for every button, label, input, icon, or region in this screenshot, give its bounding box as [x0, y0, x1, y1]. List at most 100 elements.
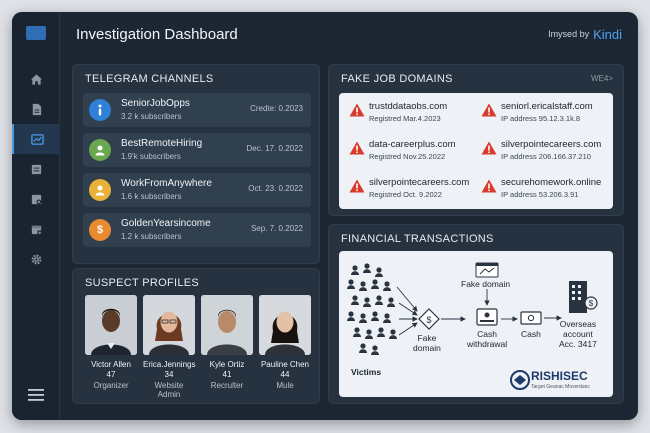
warning-icon: [481, 179, 497, 193]
app-logo[interactable]: [26, 26, 46, 40]
domain-info: Registred Nov.25.2022: [369, 152, 446, 161]
brand-name[interactable]: Kindi: [593, 27, 622, 42]
victims-icon: [347, 263, 397, 355]
suspect-age: 44: [280, 370, 290, 379]
report-icon: [31, 194, 41, 204]
document-icon: [32, 103, 41, 115]
channel-subscribers: 3.2 k subscribers: [121, 112, 182, 121]
money-flow-diagram: $ $ Victims Fake domain Fake domain Cash…: [339, 251, 613, 397]
sidebar-nav: [12, 64, 60, 274]
cash-icon: [520, 311, 542, 325]
suspect-photo: [143, 295, 195, 355]
sidebar: [12, 12, 60, 420]
atm-icon: [476, 308, 498, 326]
brand-attribution: Imysed by Kindi: [548, 27, 622, 42]
warning-icon: [349, 103, 365, 117]
channel-name: GoldenYearsincome: [121, 218, 211, 229]
sidebar-item-reports[interactable]: [12, 184, 60, 214]
profile-card[interactable]: Pauline Chen 44 Mule: [259, 295, 311, 390]
overseas-account-label: Overseas account Acc. 3417: [559, 319, 597, 349]
fake-domain-top-label: Fake domain: [461, 279, 511, 289]
suspect-name: Erica.Jennings: [143, 360, 196, 369]
suspect-role: Website Admin: [154, 381, 184, 399]
channel-date: Dec. 17. 0.2022: [246, 144, 303, 153]
suspect-name: Pauline Chen: [260, 360, 310, 369]
panel-title: FINANCIAL TRANSACTIONS: [341, 233, 494, 245]
telegram-channels-panel: TELEGRAM CHANNELS SeniorJobOpps 3.2 k su…: [72, 64, 320, 264]
fake-domain-label: Fake domain: [413, 333, 441, 353]
domain-name: seniorl.ericalstaff.com: [501, 101, 593, 112]
cash-withdrawal-label: Cash withdrawal: [467, 329, 508, 349]
channel-row[interactable]: SeniorJobOpps 3.2 k subscribers Credte: …: [83, 93, 311, 127]
warning-icon: [349, 141, 365, 155]
rishisec-name: RISHISEC: [531, 369, 588, 383]
suspect-role: Recrulter: [210, 381, 244, 390]
fake-job-domains-panel: FAKE JOB DOMAINS WE4> trustddataobs.com …: [328, 64, 624, 216]
chart-icon: [30, 133, 44, 145]
domain-info: IP address 95.12.3.1k.8: [501, 114, 581, 123]
profile-card[interactable]: Kyle Ortiz 41 Recrulter: [201, 295, 253, 390]
panel-title: FAKE JOB DOMAINS: [341, 73, 453, 85]
home-icon: [30, 73, 42, 85]
domain-info: IP address 53.206.3.91: [501, 190, 579, 199]
warning-icon: [481, 103, 497, 117]
warning-icon: [349, 179, 365, 193]
domain-info: Registred Oct. 9.2022: [369, 190, 442, 199]
channel-date: Credte: 0.2023: [250, 104, 303, 113]
channel-row[interactable]: BestRemoteHiring 1.9'k subscribers Dec. …: [83, 133, 311, 167]
suspect-photo: [85, 295, 137, 355]
settings-icon: [31, 254, 41, 264]
sidebar-item-calendar[interactable]: [12, 214, 60, 244]
bank-building-icon: $: [569, 281, 598, 313]
domain-name: silverpointecareers.com: [369, 177, 470, 188]
domain-info: IP address 206.166.37.210: [501, 152, 591, 161]
svg-text:$: $: [426, 315, 431, 325]
sidebar-item-settings[interactable]: [12, 244, 60, 274]
user-icon: [89, 179, 111, 201]
domains-badge[interactable]: WE4>: [591, 74, 613, 83]
suspect-photo: [259, 295, 311, 355]
panel-title: TELEGRAM CHANNELS: [85, 73, 214, 85]
channel-date: Sep. 7. 0.2022: [250, 224, 303, 233]
warning-icon: [481, 141, 497, 155]
suspect-role: Mule: [276, 381, 294, 390]
brand-prefix: Imysed by: [548, 29, 590, 39]
suspect-name: Victor Allen: [91, 360, 131, 369]
list-icon: [31, 164, 41, 174]
sidebar-item-dashboard[interactable]: [12, 124, 60, 154]
channel-name: BestRemoteHiring: [121, 138, 203, 149]
top-bar: Investigation Dashboard Imysed by Kindi: [60, 12, 638, 56]
suspect-role: Organizer: [93, 381, 129, 390]
profile-card[interactable]: Erica.Jennings 34 Website Admin: [143, 295, 195, 399]
channel-subscribers: 1.6 k subscribers: [121, 192, 182, 201]
app-window: Investigation Dashboard Imysed by Kindi …: [12, 12, 638, 420]
suspect-age: 47: [106, 370, 116, 379]
domain-name: silverpointecareers.com: [501, 139, 602, 150]
channel-name: WorkFromAnywhere: [121, 178, 212, 189]
suspect-photo: [201, 295, 253, 355]
suspect-profiles-panel: SUSPECT PROFILES Victor Allen 47 Organiz…: [72, 268, 320, 404]
channel-subscribers: 1.2 k subscribers: [121, 232, 182, 241]
user-icon: [89, 139, 111, 161]
financial-transactions-panel: FINANCIAL TRANSACTIONS $ $ Victims Fake …: [328, 224, 624, 404]
suspect-age: 34: [164, 370, 174, 379]
victims-label: Victims: [351, 367, 382, 377]
domain-name: trustddataobs.com: [369, 101, 448, 112]
channel-name: SeniorJobOpps: [121, 98, 190, 109]
sidebar-item-list[interactable]: [12, 154, 60, 184]
sidebar-item-documents[interactable]: [12, 94, 60, 124]
channel-row[interactable]: WorkFromAnywhere 1.6 k subscribers Oct. …: [83, 173, 311, 207]
svg-text:$: $: [589, 299, 594, 308]
hamburger-menu-icon[interactable]: [28, 388, 44, 402]
suspect-age: 41: [222, 370, 232, 379]
info-icon: [89, 99, 111, 121]
calendar-icon: [31, 225, 42, 235]
channel-row[interactable]: $ GoldenYearsincome 1.2 k subscribers Se…: [83, 213, 311, 247]
rishisec-brand: RISHISEC Target Geanac Moverdanc: [505, 367, 609, 393]
dollar-diamond-icon: $: [418, 308, 440, 330]
dollar-icon: $: [89, 219, 111, 241]
profile-card[interactable]: Victor Allen 47 Organizer: [85, 295, 137, 390]
sidebar-item-home[interactable]: [12, 64, 60, 94]
domain-name: securehomework.online: [501, 177, 602, 188]
domains-list: trustddataobs.com Registred Mar.4.2023 s…: [339, 93, 613, 209]
